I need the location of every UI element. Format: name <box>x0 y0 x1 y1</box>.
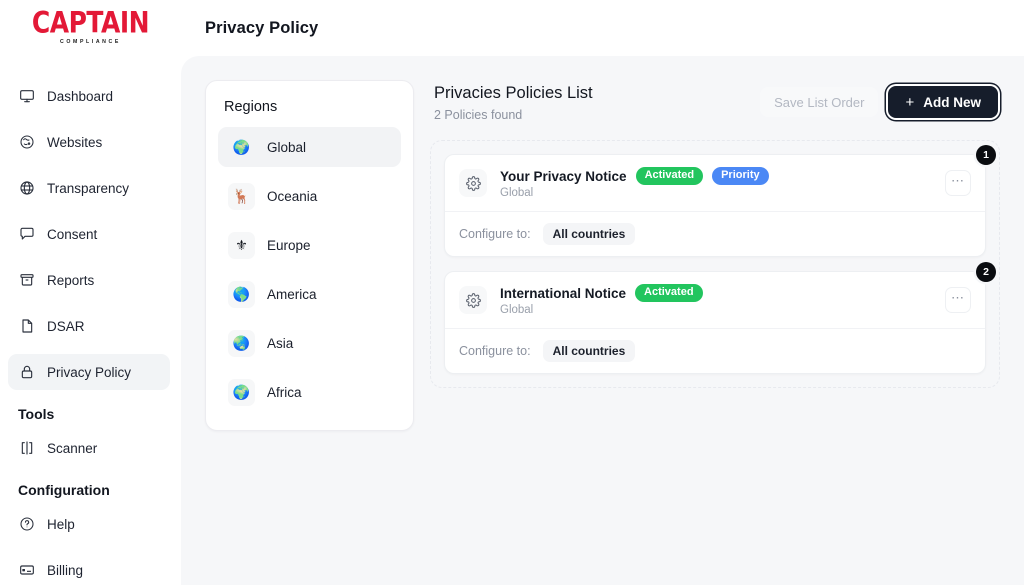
monitor-icon <box>18 88 35 105</box>
map-africa-icon: 🌍 <box>228 379 255 406</box>
sidebar-item-dashboard[interactable]: Dashboard <box>8 78 170 114</box>
scanner-icon <box>18 440 35 457</box>
gear-icon[interactable] <box>459 169 487 197</box>
sidebar-item-help[interactable]: Help <box>8 506 170 542</box>
policies-count: 2 Policies found <box>434 108 760 122</box>
sidebar-item-label: Scanner <box>47 441 97 456</box>
sidebar-item-label: Help <box>47 517 75 532</box>
sidebar-item-label: Reports <box>47 273 94 288</box>
brand-tagline: COMPLIANCE <box>32 40 149 45</box>
brand-name: CAPTAIN <box>32 8 149 38</box>
policies-header: Privacies Policies List 2 Policies found… <box>430 80 1000 122</box>
policy-region: Global <box>500 304 703 316</box>
map-europe-icon: ⚜ <box>228 232 255 259</box>
sidebar-item-transparency[interactable]: Transparency <box>8 170 170 206</box>
add-new-label: Add New <box>923 95 981 110</box>
sidebar-nav: Dashboard Websites Transparency Consent <box>0 78 181 585</box>
chat-bubble-icon <box>18 226 35 243</box>
sidebar-section-configuration: Configuration <box>18 482 181 498</box>
credit-card-icon <box>18 562 35 579</box>
policy-more-menu-button[interactable]: ⋯ <box>945 287 971 313</box>
policy-card[interactable]: 2 International Notice Activated Global <box>444 271 986 374</box>
status-badge: Activated <box>635 284 703 302</box>
sidebar-section-tools: Tools <box>18 406 181 422</box>
globe-icon <box>18 180 35 197</box>
policies-panel: Privacies Policies List 2 Policies found… <box>430 80 1000 561</box>
map-america-icon: 🌎 <box>228 281 255 308</box>
policy-order-badge: 2 <box>976 262 996 282</box>
sidebar-item-scanner[interactable]: Scanner <box>8 430 170 466</box>
policy-more-menu-button[interactable]: ⋯ <box>945 170 971 196</box>
region-item-america[interactable]: 🌎 America <box>218 274 401 314</box>
regions-title: Regions <box>224 99 397 115</box>
region-label: Asia <box>267 336 293 351</box>
gear-icon[interactable] <box>459 286 487 314</box>
configure-to-label: Configure to: <box>459 344 531 358</box>
sidebar-item-label: Websites <box>47 135 102 150</box>
map-asia-icon: 🌏 <box>228 330 255 357</box>
policy-list: 1 Your Privacy Notice Activated Priority <box>430 140 1000 388</box>
sidebar-item-label: Privacy Policy <box>47 365 131 380</box>
sidebar-item-label: Billing <box>47 563 83 578</box>
policy-name: Your Privacy Notice <box>500 169 627 184</box>
region-item-oceania[interactable]: 🦌 Oceania <box>218 176 401 216</box>
region-label: Africa <box>267 385 302 400</box>
archive-box-icon <box>18 272 35 289</box>
policy-name: International Notice <box>500 286 626 301</box>
region-item-europe[interactable]: ⚜ Europe <box>218 225 401 265</box>
region-label: America <box>267 287 317 302</box>
sidebar-item-label: DSAR <box>47 319 85 334</box>
lock-icon <box>18 364 35 381</box>
region-label: Global <box>267 140 306 155</box>
plus-icon: + <box>905 95 914 110</box>
policy-card[interactable]: 1 Your Privacy Notice Activated Priority <box>444 154 986 257</box>
region-label: Oceania <box>267 189 317 204</box>
sidebar-item-label: Consent <box>47 227 97 242</box>
sidebar-item-dsar[interactable]: DSAR <box>8 308 170 344</box>
top-bar: Privacy Policy <box>181 0 1024 56</box>
policies-list-title: Privacies Policies List <box>434 84 760 103</box>
app-root: CAPTAIN COMPLIANCE Dashboard Websites <box>0 0 1024 585</box>
region-label: Europe <box>267 238 311 253</box>
document-icon <box>18 318 35 335</box>
sidebar-item-billing[interactable]: Billing <box>8 552 170 585</box>
globe-dotted-icon <box>18 134 35 151</box>
content-area: Regions 🌍 Global 🦌 Oceania ⚜ Europe 🌎 Am… <box>181 56 1024 585</box>
brand-logo[interactable]: CAPTAIN COMPLIANCE <box>0 0 181 56</box>
priority-badge: Priority <box>712 167 769 185</box>
policy-order-badge: 1 <box>976 145 996 165</box>
configure-to-value[interactable]: All countries <box>543 340 636 362</box>
sidebar: CAPTAIN COMPLIANCE Dashboard Websites <box>0 0 181 585</box>
region-item-asia[interactable]: 🌏 Asia <box>218 323 401 363</box>
sidebar-item-label: Transparency <box>47 181 129 196</box>
region-item-africa[interactable]: 🌍 Africa <box>218 372 401 412</box>
sidebar-item-consent[interactable]: Consent <box>8 216 170 252</box>
regions-panel: Regions 🌍 Global 🦌 Oceania ⚜ Europe 🌎 Am… <box>205 80 414 431</box>
map-oceania-icon: 🦌 <box>228 183 255 210</box>
configure-to-value[interactable]: All countries <box>543 223 636 245</box>
globe-earth-icon: 🌍 <box>228 134 255 161</box>
policy-region: Global <box>500 187 769 199</box>
sidebar-item-reports[interactable]: Reports <box>8 262 170 298</box>
configure-to-label: Configure to: <box>459 227 531 241</box>
add-new-button[interactable]: + Add New <box>888 86 998 118</box>
page-title: Privacy Policy <box>205 19 318 38</box>
sidebar-item-label: Dashboard <box>47 89 113 104</box>
main-area: Privacy Policy Regions 🌍 Global 🦌 Oceani… <box>181 0 1024 585</box>
region-item-global[interactable]: 🌍 Global <box>218 127 401 167</box>
sidebar-item-websites[interactable]: Websites <box>8 124 170 160</box>
help-circle-icon <box>18 516 35 533</box>
status-badge: Activated <box>636 167 704 185</box>
save-list-order-button[interactable]: Save List Order <box>760 87 878 117</box>
sidebar-item-privacy-policy[interactable]: Privacy Policy <box>8 354 170 390</box>
